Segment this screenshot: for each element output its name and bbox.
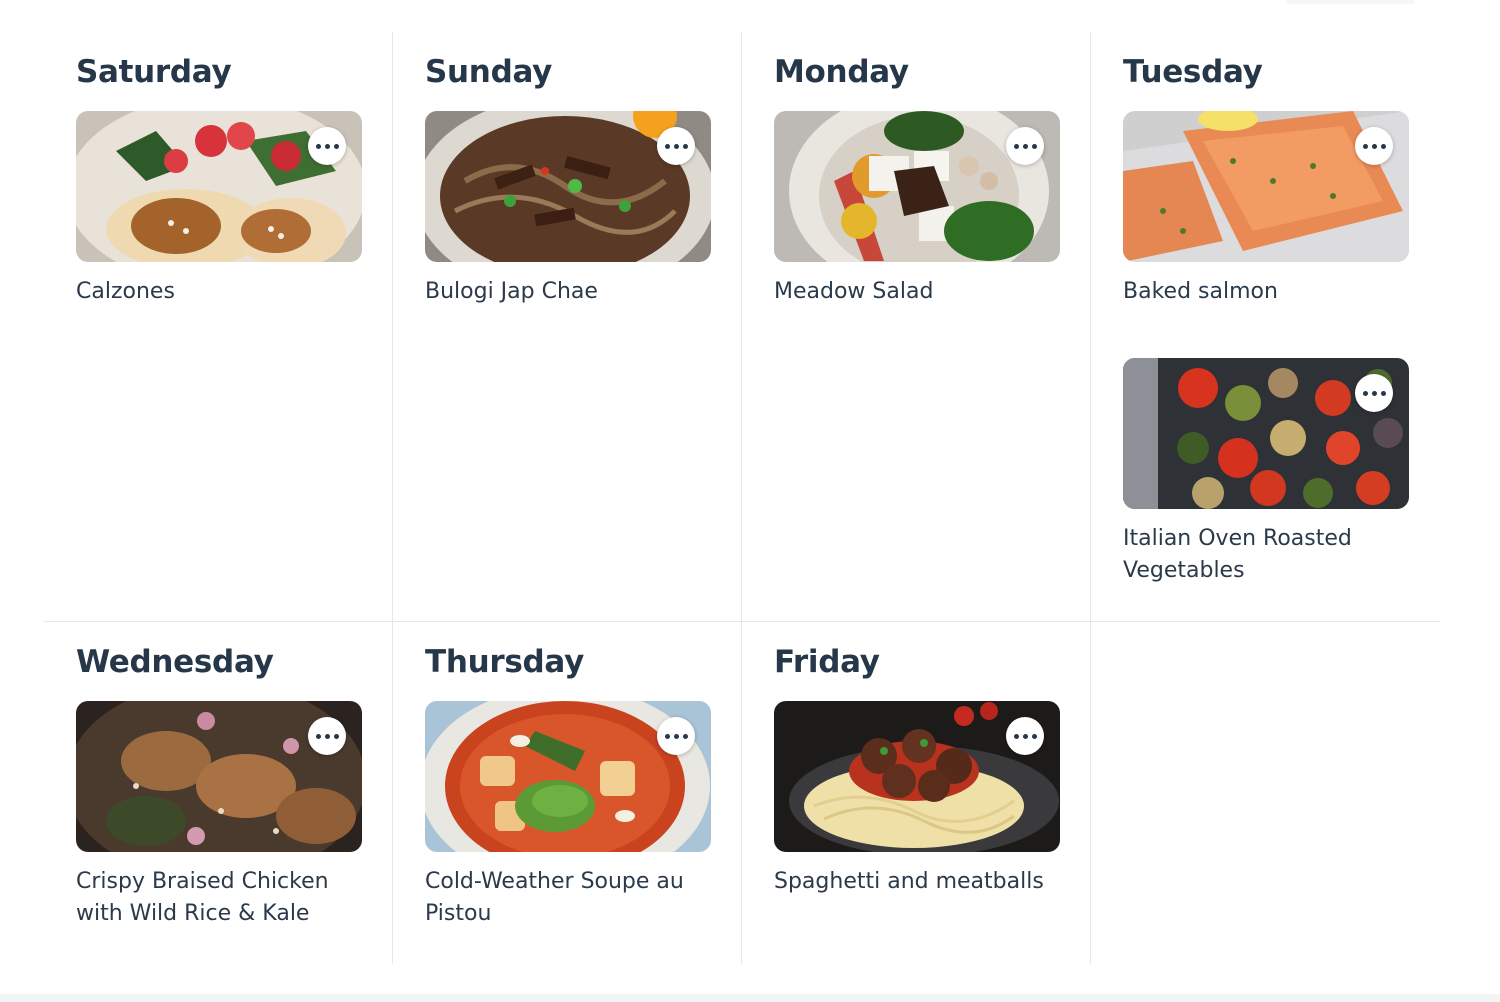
top-edge-shadow bbox=[1285, 0, 1415, 4]
more-options-button[interactable] bbox=[308, 127, 346, 165]
day-title: Friday bbox=[774, 644, 880, 680]
meal-card[interactable]: Meadow Salad bbox=[774, 111, 1060, 308]
meal-card[interactable]: Italian Oven Roasted Vegetables bbox=[1123, 358, 1409, 587]
day-column-thursday: Thursday Cold-Weather Soupe au Pistou bbox=[393, 622, 742, 964]
more-options-button[interactable] bbox=[1355, 374, 1393, 412]
meal-card[interactable]: Crispy Braised Chicken with Wild Rice & … bbox=[76, 701, 362, 930]
meal-image[interactable] bbox=[425, 701, 711, 852]
more-options-icon bbox=[664, 733, 688, 739]
meal-image[interactable] bbox=[76, 111, 362, 262]
week-grid: Saturday Calzones Sunday Bulogi Jap Chae… bbox=[44, 32, 1440, 964]
meal-card[interactable]: Spaghetti and meatballs bbox=[774, 701, 1060, 898]
more-options-button[interactable] bbox=[1355, 127, 1393, 165]
meal-card[interactable]: Calzones bbox=[76, 111, 362, 308]
day-title: Thursday bbox=[425, 644, 584, 680]
meal-image[interactable] bbox=[1123, 358, 1409, 509]
more-options-icon bbox=[315, 143, 339, 149]
meal-name[interactable]: Bulogi Jap Chae bbox=[425, 276, 711, 308]
meal-plan-page: Saturday Calzones Sunday Bulogi Jap Chae… bbox=[0, 0, 1500, 1002]
meal-image[interactable] bbox=[76, 701, 362, 852]
meal-image[interactable] bbox=[425, 111, 711, 262]
day-column-monday: Monday Meadow Salad bbox=[742, 32, 1091, 622]
meal-name[interactable]: Meadow Salad bbox=[774, 276, 1060, 308]
day-title: Monday bbox=[774, 54, 909, 90]
more-options-button[interactable] bbox=[657, 717, 695, 755]
meal-image[interactable] bbox=[1123, 111, 1409, 262]
more-options-button[interactable] bbox=[657, 127, 695, 165]
meal-image[interactable] bbox=[774, 701, 1060, 852]
day-column-sunday: Sunday Bulogi Jap Chae bbox=[393, 32, 742, 622]
meal-image[interactable] bbox=[774, 111, 1060, 262]
more-options-icon bbox=[1362, 143, 1386, 149]
more-options-icon bbox=[315, 733, 339, 739]
meal-card[interactable]: Bulogi Jap Chae bbox=[425, 111, 711, 308]
day-title: Saturday bbox=[76, 54, 232, 90]
meal-name[interactable]: Calzones bbox=[76, 276, 362, 308]
meal-name[interactable]: Baked salmon bbox=[1123, 276, 1409, 308]
more-options-icon bbox=[1013, 143, 1037, 149]
more-options-button[interactable] bbox=[308, 717, 346, 755]
meal-card[interactable]: Cold-Weather Soupe au Pistou bbox=[425, 701, 711, 930]
day-title: Sunday bbox=[425, 54, 553, 90]
meal-name[interactable]: Crispy Braised Chicken with Wild Rice & … bbox=[76, 866, 362, 930]
day-column-saturday: Saturday Calzones bbox=[44, 32, 393, 622]
day-title: Tuesday bbox=[1123, 54, 1263, 90]
meal-name[interactable]: Cold-Weather Soupe au Pistou bbox=[425, 866, 711, 930]
day-column-tuesday: Tuesday Baked salmon Italian Oven Roaste… bbox=[1091, 32, 1440, 622]
more-options-button[interactable] bbox=[1006, 127, 1044, 165]
meal-card[interactable]: Baked salmon bbox=[1123, 111, 1409, 308]
more-options-icon bbox=[1013, 733, 1037, 739]
more-options-button[interactable] bbox=[1006, 717, 1044, 755]
bottom-strip bbox=[0, 994, 1500, 1002]
day-title: Wednesday bbox=[76, 644, 274, 680]
more-options-icon bbox=[664, 143, 688, 149]
meal-name[interactable]: Italian Oven Roasted Vegetables bbox=[1123, 523, 1409, 587]
empty-cell bbox=[1091, 622, 1440, 964]
day-column-wednesday: Wednesday Crispy Braised Chicken with Wi… bbox=[44, 622, 393, 964]
day-column-friday: Friday Spaghetti and meatballs bbox=[742, 622, 1091, 964]
more-options-icon bbox=[1362, 390, 1386, 396]
meal-name[interactable]: Spaghetti and meatballs bbox=[774, 866, 1060, 898]
